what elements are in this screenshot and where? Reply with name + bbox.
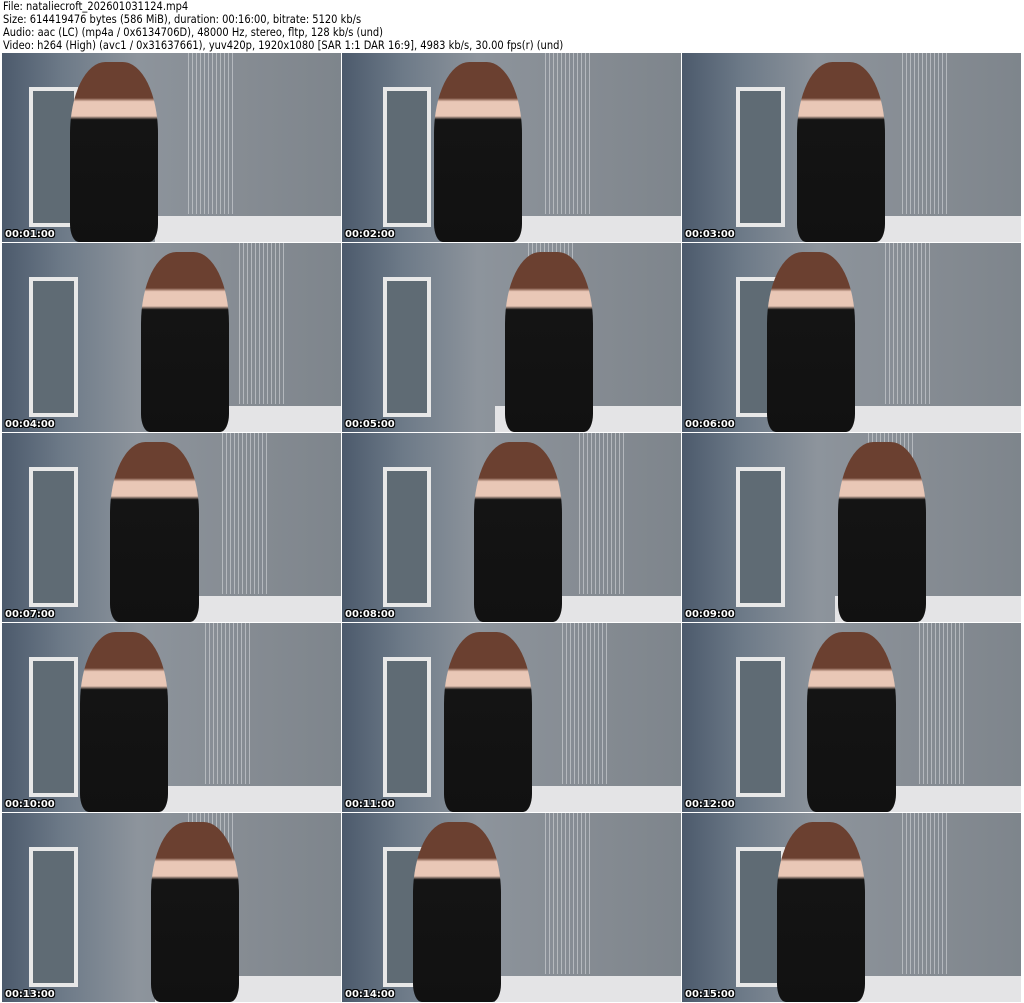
video-thumbnail: 00:06:00: [682, 243, 1021, 432]
tinsel-decoration: [545, 53, 593, 214]
person-figure: [110, 442, 199, 622]
mirror-frame: [736, 467, 785, 608]
person-figure: [776, 822, 866, 1002]
video-thumbnail: 00:15:00: [682, 813, 1021, 1002]
person-figure: [443, 632, 532, 812]
tinsel-decoration: [222, 433, 270, 594]
mirror-frame: [382, 467, 432, 608]
video-thumbnail: 00:01:00: [2, 53, 341, 242]
video-info: Video: h264 (High) (avc1 / 0x31637661), …: [3, 38, 564, 52]
video-thumbnail: 00:12:00: [682, 623, 1021, 812]
video-thumbnail: 00:09:00: [682, 433, 1021, 622]
thumbnail-timestamp: 00:01:00: [5, 229, 55, 240]
person-figure: [433, 62, 522, 242]
thumbnail-timestamp: 00:15:00: [685, 989, 735, 1000]
thumbnail-timestamp: 00:06:00: [685, 419, 735, 430]
video-thumbnail: 00:14:00: [342, 813, 681, 1002]
video-thumbnail: 00:03:00: [682, 53, 1021, 242]
thumbnail-timestamp: 00:08:00: [345, 609, 395, 620]
tinsel-decoration: [885, 243, 933, 404]
thumbnail-timestamp: 00:04:00: [5, 419, 55, 430]
tinsel-decoration: [902, 813, 950, 974]
mirror-frame: [29, 847, 78, 988]
file-info-header: File: nataliecroft_202601031124.mp4 Size…: [3, 0, 563, 52]
thumbnail-grid: 00:01:00 00:02:00 00:03:00 00:04:00 00:05:00…: [2, 53, 1021, 1002]
person-figure: [79, 632, 169, 812]
person-figure: [413, 822, 502, 1002]
tinsel-decoration: [545, 813, 593, 974]
video-thumbnail: 00:05:00: [342, 243, 681, 432]
video-thumbnail: 00:04:00: [2, 243, 341, 432]
person-figure: [69, 62, 158, 242]
mirror-frame: [736, 657, 785, 798]
thumbnail-timestamp: 00:11:00: [345, 799, 395, 810]
video-thumbnail: 00:13:00: [2, 813, 341, 1002]
thumbnail-timestamp: 00:13:00: [5, 989, 55, 1000]
person-figure: [837, 442, 927, 622]
person-figure: [766, 252, 855, 432]
mirror-frame: [382, 277, 432, 418]
person-figure: [151, 822, 240, 1002]
tinsel-decoration: [188, 53, 236, 214]
mirror-frame: [29, 467, 78, 608]
person-figure: [140, 252, 230, 432]
bed: [494, 215, 681, 242]
thumbnail-timestamp: 00:03:00: [685, 229, 735, 240]
tinsel-decoration: [919, 623, 967, 784]
thumbnail-timestamp: 00:14:00: [345, 989, 395, 1000]
person-figure: [807, 632, 896, 812]
thumbnail-timestamp: 00:02:00: [345, 229, 395, 240]
tinsel-decoration: [902, 53, 950, 214]
video-thumbnail: 00:10:00: [2, 623, 341, 812]
video-thumbnail: 00:02:00: [342, 53, 681, 242]
thumbnail-timestamp: 00:10:00: [5, 799, 55, 810]
tinsel-decoration: [579, 433, 627, 594]
bed: [154, 215, 341, 242]
thumbnail-timestamp: 00:12:00: [685, 799, 735, 810]
tinsel-decoration: [205, 623, 253, 784]
bed: [154, 785, 341, 812]
mirror-frame: [382, 657, 432, 798]
mirror-frame: [736, 87, 785, 228]
thumbnail-timestamp: 00:09:00: [685, 609, 735, 620]
mirror-frame: [382, 87, 432, 228]
person-figure: [504, 252, 593, 432]
mirror-frame: [29, 277, 78, 418]
person-figure: [474, 442, 563, 622]
bed: [834, 405, 1021, 432]
thumbnail-timestamp: 00:07:00: [5, 609, 55, 620]
tinsel-decoration: [239, 243, 287, 404]
video-thumbnail: 00:08:00: [342, 433, 681, 622]
video-thumbnail: 00:07:00: [2, 433, 341, 622]
thumbnail-timestamp: 00:05:00: [345, 419, 395, 430]
bed: [494, 975, 681, 1002]
tinsel-decoration: [562, 623, 610, 784]
person-figure: [797, 62, 886, 242]
mirror-frame: [29, 657, 78, 798]
video-thumbnail: 00:11:00: [342, 623, 681, 812]
